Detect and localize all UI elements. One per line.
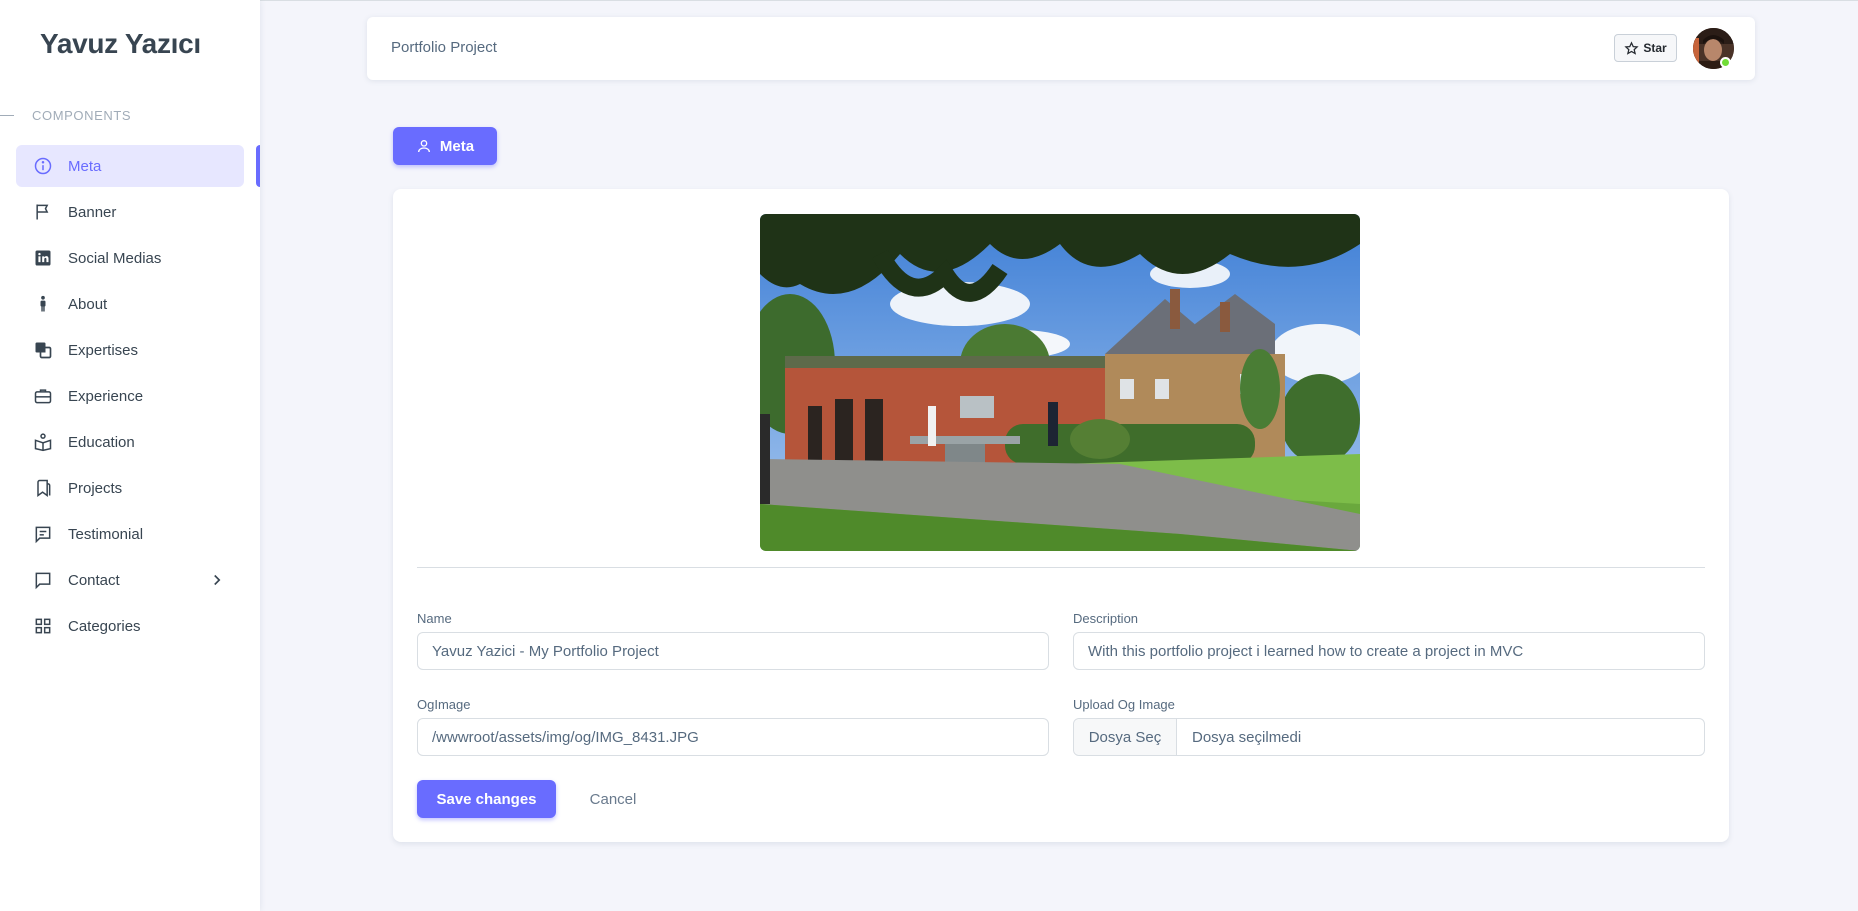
user-icon [417, 140, 430, 153]
sidebar-item-label: Categories [68, 617, 141, 635]
name-input[interactable]: Yavuz Yazici - My Portfolio Project [417, 632, 1049, 670]
book-reader-icon [32, 431, 54, 453]
sidebar-item-label: Social Medias [68, 249, 162, 267]
chat-icon [32, 569, 54, 591]
sidebar-item-label: Testimonial [68, 525, 144, 543]
sidebar-item-testimonial[interactable]: Testimonial [16, 513, 244, 555]
sidebar: Yavuz Yazıcı COMPONENTS Meta Banner Soci… [0, 0, 260, 911]
bookmarks-icon [32, 477, 54, 499]
sidebar-item-label: Meta [68, 157, 102, 175]
sidebar-item-banner[interactable]: Banner [16, 191, 244, 233]
layers-icon [32, 339, 54, 361]
star-icon [1624, 40, 1639, 55]
star-label: Star [1643, 41, 1667, 55]
choose-file-button[interactable]: Dosya Seç [1074, 719, 1177, 755]
active-indicator [256, 145, 260, 187]
info-circle-icon [32, 155, 54, 177]
sidebar-item-label: Contact [68, 571, 120, 589]
sidebar-item-label: Banner [68, 203, 117, 221]
description-input[interactable]: With this portfolio project i learned ho… [1073, 632, 1705, 670]
sidebar-item-contact[interactable]: Contact [16, 559, 244, 601]
page-title: Portfolio Project [391, 39, 497, 56]
linkedin-icon [32, 247, 54, 269]
briefcase-icon [32, 385, 54, 407]
grid-icon [32, 615, 54, 637]
sidebar-item-label: Education [68, 433, 135, 451]
top-navbar: Portfolio Project Star [367, 17, 1755, 80]
name-label: Name [417, 611, 452, 626]
meta-tab-button[interactable]: Meta [393, 127, 497, 165]
flag-icon [32, 201, 54, 223]
message-detail-icon [32, 523, 54, 545]
description-label: Description [1073, 611, 1139, 626]
upload-og-image-label: Upload Og Image [1073, 697, 1175, 712]
sidebar-item-meta[interactable]: Meta [16, 145, 244, 187]
section-dash [0, 114, 14, 116]
sidebar-item-education[interactable]: Education [16, 421, 244, 463]
sidebar-item-experience[interactable]: Experience [16, 375, 244, 417]
file-status-text: Dosya seçilmedi [1192, 728, 1302, 746]
chevron-right-icon [214, 574, 221, 586]
sidebar-item-categories[interactable]: Categories [16, 605, 244, 647]
ogimage-label: OgImage [417, 697, 471, 712]
save-button[interactable]: Save changes [417, 780, 556, 818]
sidebar-item-label: Experience [68, 387, 144, 405]
sidebar-menu: Meta Banner Social Medias About Expertis… [16, 145, 244, 651]
online-status-dot [1720, 57, 1731, 68]
og-image-preview [760, 214, 1360, 551]
menu-section-header: COMPONENTS [0, 107, 260, 123]
sidebar-item-social-medias[interactable]: Social Medias [16, 237, 244, 279]
top-rule [0, 0, 1858, 1]
sidebar-item-label: Projects [68, 479, 123, 497]
star-button[interactable]: Star [1614, 34, 1677, 62]
cancel-button[interactable]: Cancel [580, 780, 646, 818]
sidebar-item-projects[interactable]: Projects [16, 467, 244, 509]
section-header-text: COMPONENTS [32, 107, 132, 123]
sidebar-item-label: About [68, 295, 108, 313]
sidebar-item-expertises[interactable]: Expertises [16, 329, 244, 371]
meta-form-card: Name Yavuz Yazici - My Portfolio Project… [393, 189, 1729, 842]
sidebar-item-about[interactable]: About [16, 283, 244, 325]
upload-og-image-input[interactable]: Dosya Seç Dosya seçilmedi [1073, 718, 1705, 756]
brand-logo[interactable]: Yavuz Yazıcı [40, 28, 201, 60]
ogimage-input[interactable]: /wwwroot/assets/img/og/IMG_8431.JPG [417, 718, 1049, 756]
section-divider [417, 567, 1705, 568]
person-icon [32, 293, 54, 315]
meta-tab-label: Meta [439, 137, 475, 155]
sidebar-item-label: Expertises [68, 341, 139, 359]
